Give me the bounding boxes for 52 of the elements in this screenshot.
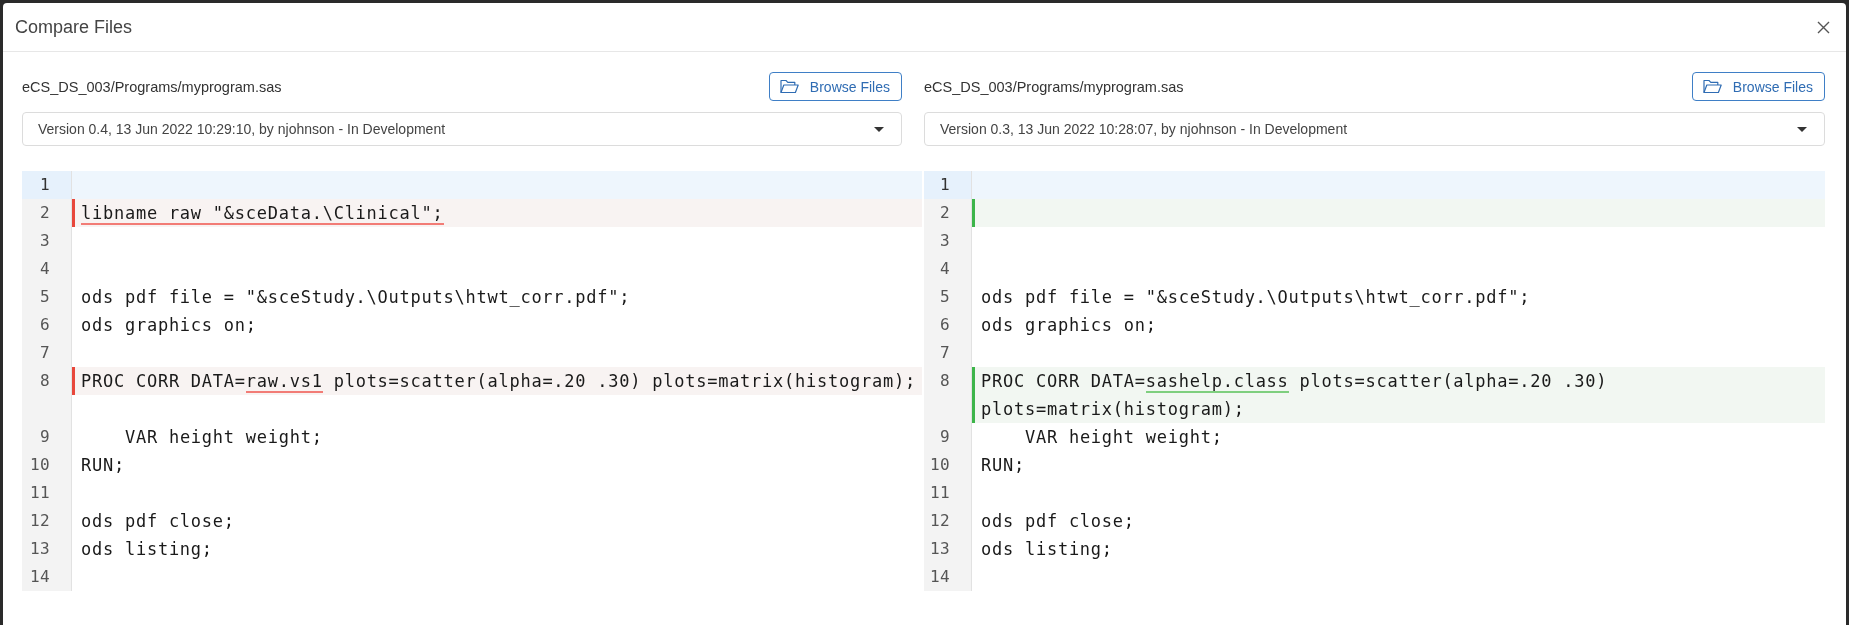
line-number: 5 <box>22 283 72 311</box>
browse-files-button[interactable]: Browse Files <box>768 72 902 101</box>
file-path: eCS_DS_003/Programs/myprogram.sas <box>924 78 1184 95</box>
folder-icon <box>779 79 799 94</box>
line-number: 8 <box>924 367 972 423</box>
line-number: 6 <box>924 311 972 339</box>
browse-files-button[interactable]: Browse Files <box>1691 72 1825 101</box>
version-dropdown[interactable]: Version 0.3, 13 Jun 2022 10:28:07, by njohnson - In Development <box>924 112 1825 146</box>
line-number: 10 <box>924 451 972 479</box>
code-line: ods pdf close; <box>980 510 1136 533</box>
code-line: RUN; <box>980 454 1026 477</box>
folder-icon <box>1702 79 1722 94</box>
line-number: 4 <box>924 255 972 283</box>
line-number: 5 <box>924 283 972 311</box>
code-line: ods pdf close; <box>80 510 236 533</box>
line-number: 11 <box>924 479 972 507</box>
line-number: 3 <box>924 227 972 255</box>
line-number: 4 <box>22 255 72 283</box>
line-number: 12 <box>924 507 972 535</box>
line-number: 10 <box>22 451 72 479</box>
line-number: 14 <box>22 563 72 591</box>
line-number: 2 <box>22 199 72 227</box>
file-path: eCS_DS_003/Programs/myprogram.sas <box>22 78 282 95</box>
code-line: ods listing; <box>80 538 214 561</box>
line-number: 7 <box>22 339 72 367</box>
line-number: 1 <box>924 171 972 199</box>
code-line: ods pdf file = "&sceStudy.\Outputs\htwt_corr.pdf"; <box>80 286 632 309</box>
code-line: VAR height weight; <box>1023 426 1224 449</box>
code-line: VAR height weight; <box>123 426 324 449</box>
line-number: 13 <box>924 535 972 563</box>
code-line: ods pdf file = "&sceStudy.\Outputs\htwt_corr.pdf"; <box>980 286 1532 309</box>
version-dropdown[interactable]: Version 0.4, 13 Jun 2022 10:29:10, by njohnson - In Development <box>22 112 902 146</box>
caret-down-icon <box>874 126 884 132</box>
line-number: 14 <box>924 563 972 591</box>
line-number: 7 <box>924 339 972 367</box>
line-number: 9 <box>22 423 72 451</box>
line-number: 6 <box>22 311 72 339</box>
code-line: ods graphics on; <box>80 314 258 337</box>
line-number: 9 <box>924 423 972 451</box>
line-number: 2 <box>924 199 972 227</box>
close-icon <box>1817 20 1830 34</box>
code-line: ods listing; <box>980 538 1114 561</box>
dialog-title: Compare Files <box>15 16 133 38</box>
code-line: RUN; <box>80 454 126 477</box>
line-number: 12 <box>22 507 72 535</box>
code-line: ods graphics on; <box>980 314 1158 337</box>
line-number: 11 <box>22 479 72 507</box>
caret-down-icon <box>1797 126 1807 132</box>
line-number: 8 <box>22 367 72 423</box>
line-number: 3 <box>22 227 72 255</box>
line-number: 1 <box>22 171 72 199</box>
line-number: 13 <box>22 535 72 563</box>
